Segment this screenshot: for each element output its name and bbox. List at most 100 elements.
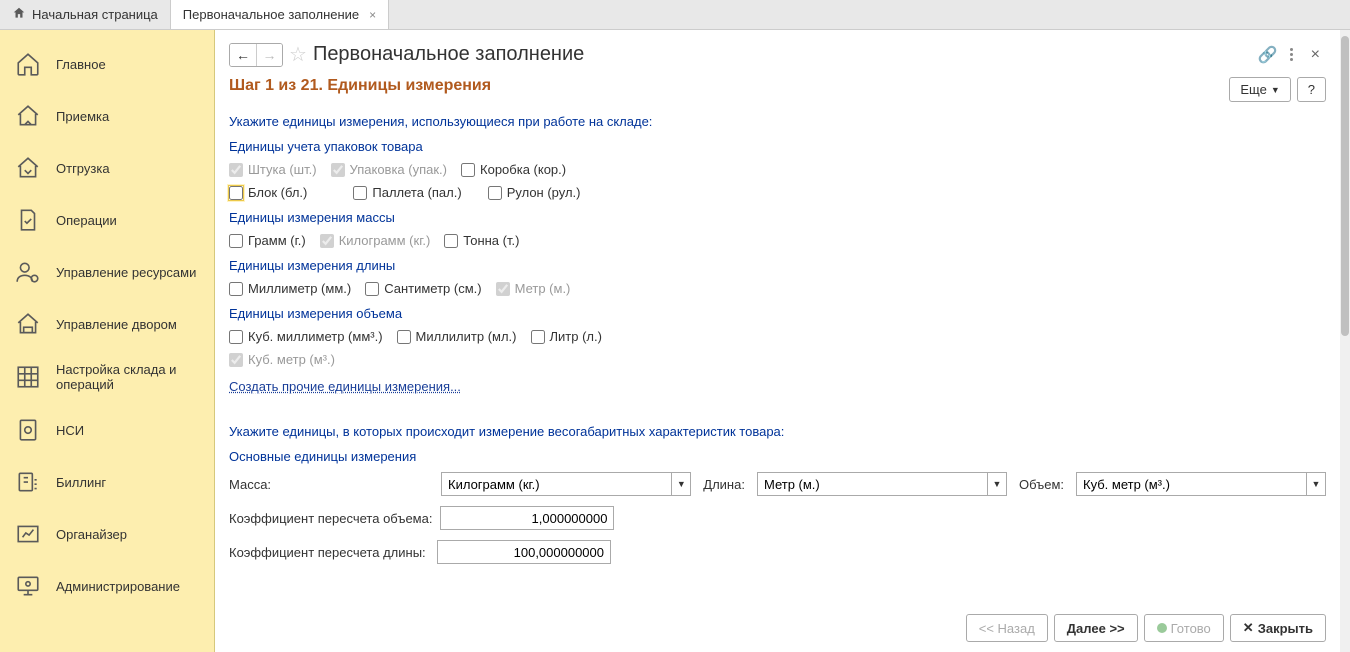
sidebar-label: Администрирование [56, 579, 180, 594]
step-title: Шаг 1 из 21. Единицы измерения [229, 77, 491, 95]
vol-select-caret-icon[interactable]: ▼ [1306, 472, 1326, 496]
footer-buttons: << Назад Далее >> Готово ✕Закрыть [215, 604, 1340, 652]
vol-label: Объем: [1019, 477, 1064, 492]
koef-len-label: Коэффициент пересчета длины: [229, 545, 429, 560]
sidebar-item-organizer[interactable]: Органайзер [0, 508, 214, 560]
scrollbar[interactable] [1340, 30, 1350, 652]
database-icon [14, 416, 42, 444]
tab-active-label: Первоначальное заполнение [183, 7, 359, 22]
sidebar-item-main[interactable]: Главное [0, 38, 214, 90]
nav-back-button[interactable]: ← [230, 44, 256, 66]
document-check-icon [14, 206, 42, 234]
sidebar-label: Главное [56, 57, 106, 72]
help-button[interactable]: ? [1297, 77, 1326, 102]
tab-close-icon[interactable]: × [369, 8, 376, 22]
grid-gear-icon [14, 363, 42, 391]
section-mass-label: Единицы измерения массы [229, 210, 1326, 225]
sidebar-item-out[interactable]: Отгрузка [0, 142, 214, 194]
len-label: Длина: [703, 477, 745, 492]
nav-buttons: ← → [229, 43, 283, 67]
len-select[interactable] [757, 472, 987, 496]
tab-home-label: Начальная страница [32, 7, 158, 22]
sidebar-item-ops[interactable]: Операции [0, 194, 214, 246]
check-santimeter[interactable]: Сантиметр (см.) [365, 281, 481, 296]
money-icon [14, 468, 42, 496]
favorite-star-icon[interactable]: ☆ [289, 42, 307, 67]
check-blok[interactable]: Блок (бл.) [229, 185, 307, 200]
sidebar-item-nsi[interactable]: НСИ [0, 404, 214, 456]
page-title: Первоначальное заполнение [313, 43, 584, 66]
check-tonna[interactable]: Тонна (т.) [444, 233, 519, 248]
len-select-caret-icon[interactable]: ▼ [987, 472, 1007, 496]
users-gear-icon [14, 258, 42, 286]
koef-vol-label: Коэффициент пересчета объема: [229, 511, 432, 526]
sidebar-label: Отгрузка [56, 161, 110, 176]
done-button[interactable]: Готово [1144, 614, 1224, 642]
monitor-gear-icon [14, 572, 42, 600]
kebab-menu-icon[interactable] [1286, 44, 1297, 65]
section-vol-label: Единицы измерения объема [229, 306, 1326, 321]
koef-vol-input[interactable] [440, 506, 614, 530]
sidebar-item-in[interactable]: Приемка [0, 90, 214, 142]
check-palleta[interactable]: Паллета (пал.) [353, 185, 461, 200]
check-upakovka: Упаковка (упак.) [331, 162, 447, 177]
next-button[interactable]: Далее >> [1054, 614, 1138, 642]
check-kubmm[interactable]: Куб. миллиметр (мм³.) [229, 329, 383, 344]
vol-select[interactable] [1076, 472, 1306, 496]
sidebar-label: Приемка [56, 109, 109, 124]
check-kubmetr: Куб. метр (м³.) [229, 352, 335, 367]
tabs-bar: Начальная страница Первоначальное заполн… [0, 0, 1350, 30]
content-area: ← → ☆ Первоначальное заполнение 🔗 × Шаг … [215, 30, 1340, 652]
sidebar: Главное Приемка Отгрузка Операции Управл… [0, 30, 215, 652]
sidebar-item-resources[interactable]: Управление ресурсами [0, 246, 214, 298]
check-rulon[interactable]: Рулон (рул.) [488, 185, 581, 200]
koef-len-input[interactable] [437, 540, 611, 564]
mass-select-caret-icon[interactable]: ▼ [671, 472, 691, 496]
sidebar-item-yard[interactable]: Управление двором [0, 298, 214, 350]
sidebar-label: Операции [56, 213, 117, 228]
inbox-icon [14, 102, 42, 130]
tab-home[interactable]: Начальная страница [0, 0, 171, 29]
check-metr: Метр (м.) [496, 281, 571, 296]
check-gramm[interactable]: Грамм (г.) [229, 233, 306, 248]
back-button[interactable]: << Назад [966, 614, 1048, 642]
truck-house-icon [14, 310, 42, 338]
scroll-thumb[interactable] [1341, 36, 1349, 336]
dot-green-icon [1157, 623, 1167, 633]
section-main-label: Основные единицы измерения [229, 449, 1326, 464]
check-milliliter[interactable]: Миллилитр (мл.) [397, 329, 517, 344]
chart-icon [14, 520, 42, 548]
tab-active[interactable]: Первоначальное заполнение × [171, 0, 389, 29]
section-len-label: Единицы измерения длины [229, 258, 1326, 273]
sidebar-label: Управление ресурсами [56, 265, 196, 280]
sidebar-label: НСИ [56, 423, 84, 438]
sidebar-label: Биллинг [56, 475, 106, 490]
instruction-2: Укажите единицы, в которых происходит из… [229, 424, 1326, 439]
section-pack-label: Единицы учета упаковок товара [229, 139, 1326, 154]
sidebar-item-admin[interactable]: Администрирование [0, 560, 214, 612]
sidebar-item-billing[interactable]: Биллинг [0, 456, 214, 508]
mass-select[interactable] [441, 472, 671, 496]
x-icon: ✕ [1243, 620, 1254, 636]
sidebar-label: Настройка склада и операций [56, 362, 200, 392]
outbox-icon [14, 154, 42, 182]
check-shtuka: Штука (шт.) [229, 162, 317, 177]
close-page-icon[interactable]: × [1305, 44, 1326, 66]
sidebar-label: Управление двором [56, 317, 177, 332]
more-button[interactable]: Еще▼ [1229, 77, 1290, 102]
check-litr[interactable]: Литр (л.) [531, 329, 602, 344]
house-icon [14, 50, 42, 78]
home-icon [12, 6, 26, 23]
check-kilogramm: Килограмм (кг.) [320, 233, 431, 248]
sidebar-label: Органайзер [56, 527, 127, 542]
sidebar-item-settings[interactable]: Настройка склада и операций [0, 350, 214, 404]
mass-label: Масса: [229, 477, 429, 492]
caret-down-icon: ▼ [1271, 85, 1280, 95]
nav-forward-button[interactable]: → [256, 44, 282, 66]
close-button[interactable]: ✕Закрыть [1230, 614, 1326, 642]
instruction-1: Укажите единицы измерения, использующиес… [229, 114, 1326, 129]
create-other-units-link[interactable]: Создать прочие единицы измерения... [229, 379, 461, 394]
check-korobka[interactable]: Коробка (кор.) [461, 162, 566, 177]
link-icon[interactable]: 🔗 [1258, 45, 1278, 65]
check-millimeter[interactable]: Миллиметр (мм.) [229, 281, 351, 296]
